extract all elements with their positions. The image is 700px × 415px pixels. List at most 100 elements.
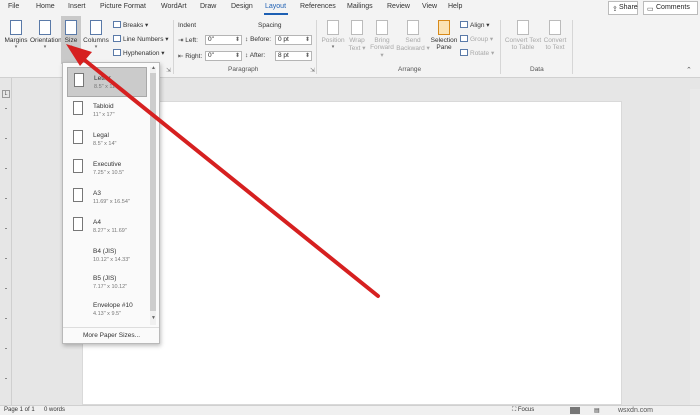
comments-button[interactable]: ▭ Comments — [643, 1, 698, 15]
paper-size-dimensions: 4.13" x 9.5" — [93, 311, 122, 317]
paper-size-name: B4 (JIS) — [93, 248, 117, 255]
spacing-after-field[interactable]: 8 pt — [275, 51, 312, 61]
vertical-ruler: L — [0, 78, 12, 405]
tab-selector-icon[interactable]: L — [2, 90, 10, 98]
convert-to-text-label-1: Convert — [543, 37, 567, 44]
hyphenation-label: Hyphenation — [123, 50, 160, 57]
position-button[interactable]: Position ▾ — [320, 20, 346, 50]
paragraph-launcher-icon[interactable]: ⇲ — [310, 67, 315, 74]
selection-pane-label-2: Pane — [436, 44, 452, 51]
tab-mailings[interactable]: Mailings — [347, 3, 373, 10]
orientation-button[interactable]: Orientation ▾ — [30, 20, 62, 50]
document-page[interactable] — [82, 101, 622, 405]
selection-pane-button[interactable]: Selection Pane — [430, 20, 458, 51]
paper-size-dimensions: 11" x 17" — [93, 112, 115, 118]
columns-button[interactable]: Columns ▾ — [83, 20, 109, 50]
bring-forward-label-2: Forward — [370, 44, 394, 51]
send-backward-button[interactable]: Send Backward ▾ — [396, 20, 430, 52]
margins-label: Margins — [4, 37, 28, 44]
wrap-text-button[interactable]: Wrap Text ▾ — [346, 20, 368, 52]
ruler-tick — [5, 318, 7, 319]
paper-size-tabloid[interactable]: Tabloid 11" x 17" — [67, 96, 147, 126]
margins-button[interactable]: Margins ▾ — [4, 20, 28, 50]
more-paper-sizes-item[interactable]: More Paper Sizes... — [63, 327, 159, 343]
convert-to-table-icon — [517, 20, 529, 35]
share-button[interactable]: ⇪ Share — [608, 1, 638, 15]
collapse-ribbon-icon[interactable]: ⌃ — [686, 66, 692, 74]
tab-references[interactable]: References — [300, 3, 336, 10]
paper-size-b4-jis[interactable]: B4 (JIS) 10.12" x 14.33" — [67, 241, 147, 271]
wrap-text-label-2: Text — [348, 45, 361, 52]
chevron-down-icon: ▾ — [69, 44, 73, 50]
selection-pane-icon — [438, 20, 450, 35]
ruler-tick — [5, 258, 7, 259]
group-label: Group — [470, 36, 489, 43]
breaks-button[interactable]: Breaks ▾ — [113, 21, 148, 29]
bring-forward-label-1: Bring — [374, 37, 390, 44]
hyphenation-button[interactable]: Hyphenation ▾ — [113, 49, 165, 57]
tab-help[interactable]: Help — [448, 3, 462, 10]
page-count[interactable]: Page 1 of 1 — [4, 407, 35, 413]
group-button[interactable]: Group ▾ — [460, 35, 493, 43]
ruler-tick — [5, 288, 7, 289]
line-numbers-button[interactable]: Line Numbers ▾ — [113, 35, 169, 43]
align-icon — [460, 21, 468, 28]
ruler-tick — [5, 378, 7, 379]
convert-to-text-button[interactable]: Convert to Text — [543, 20, 567, 51]
size-button[interactable]: Size ▾ — [62, 20, 80, 50]
paper-size-a3[interactable]: A3 11.69" x 16.54" — [67, 183, 147, 213]
arrange-group-label: Arrange — [398, 66, 422, 73]
share-label: Share — [619, 4, 638, 11]
page-icon — [73, 217, 83, 231]
read-mode-icon[interactable] — [570, 407, 580, 414]
size-icon — [65, 20, 77, 35]
indent-left-field[interactable]: 0" — [205, 35, 242, 45]
size-label: Size — [64, 37, 78, 44]
tab-file[interactable]: File — [8, 3, 19, 10]
tab-wordart[interactable]: WordArt — [161, 3, 187, 10]
orientation-icon — [39, 20, 51, 35]
page-icon — [73, 101, 83, 115]
status-bar: Page 1 of 1 0 words ⛶ Focus ▤ wsxdn.com — [0, 405, 700, 415]
scroll-down-icon[interactable]: ▼ — [151, 315, 156, 321]
focus-button[interactable]: ⛶ Focus — [512, 407, 534, 414]
paper-size-dimensions: 8.5" x 11" — [94, 84, 118, 90]
paper-size-envelope-10[interactable]: Envelope #10 4.13" x 9.5" — [67, 295, 147, 325]
convert-to-table-label-1: Convert Text — [504, 37, 542, 44]
print-layout-icon[interactable]: ▤ — [594, 407, 600, 414]
paper-size-a4[interactable]: A4 8.27" x 11.69" — [67, 212, 147, 242]
paper-size-executive[interactable]: Executive 7.25" x 10.5" — [67, 154, 147, 184]
ruler-tick — [5, 228, 7, 229]
bring-forward-button[interactable]: Bring Forward ▾ — [368, 20, 396, 59]
word-count[interactable]: 0 words — [44, 407, 65, 413]
tab-review[interactable]: Review — [387, 3, 410, 10]
rotate-button[interactable]: Rotate ▾ — [460, 49, 494, 57]
paper-size-legal[interactable]: Legal 8.5" x 14" — [67, 125, 147, 155]
paper-size-dimensions: 8.27" x 11.69" — [93, 228, 127, 234]
dropdown-scrollbar-thumb[interactable] — [150, 73, 156, 311]
page-icon — [73, 159, 83, 173]
spacing-before-field[interactable]: 0 pt — [275, 35, 312, 45]
tab-design[interactable]: Design — [231, 3, 253, 10]
tab-draw[interactable]: Draw — [200, 3, 216, 10]
tab-home[interactable]: Home — [36, 3, 55, 10]
convert-text-to-table-button[interactable]: Convert Text to Table — [503, 20, 543, 51]
paper-size-b5-jis[interactable]: B5 (JIS) 7.17" x 10.12" — [67, 268, 147, 298]
paper-size-name: Executive — [93, 161, 122, 168]
spacing-before-label: ↕ Before: — [245, 36, 272, 43]
send-backward-label-2: Backward — [396, 45, 425, 52]
paper-size-letter[interactable]: Letter 8.5" x 11" — [67, 67, 147, 97]
scroll-up-icon[interactable]: ▲ — [151, 65, 156, 71]
align-button[interactable]: Align ▾ — [460, 21, 490, 29]
tab-picture-format[interactable]: Picture Format — [100, 3, 146, 10]
tab-view[interactable]: View — [422, 3, 437, 10]
page-icon — [73, 130, 83, 144]
indent-right-label: ⇤ Right: — [178, 53, 203, 60]
vertical-scrollbar[interactable] — [690, 89, 700, 405]
page-setup-launcher-icon[interactable]: ⇲ — [166, 67, 171, 74]
paper-size-dimensions: 7.25" x 10.5" — [93, 170, 125, 176]
paper-size-name: B5 (JIS) — [93, 275, 117, 282]
indent-right-field[interactable]: 0" — [205, 51, 242, 61]
tab-insert[interactable]: Insert — [68, 3, 86, 10]
tab-layout[interactable]: Layout — [265, 3, 286, 10]
